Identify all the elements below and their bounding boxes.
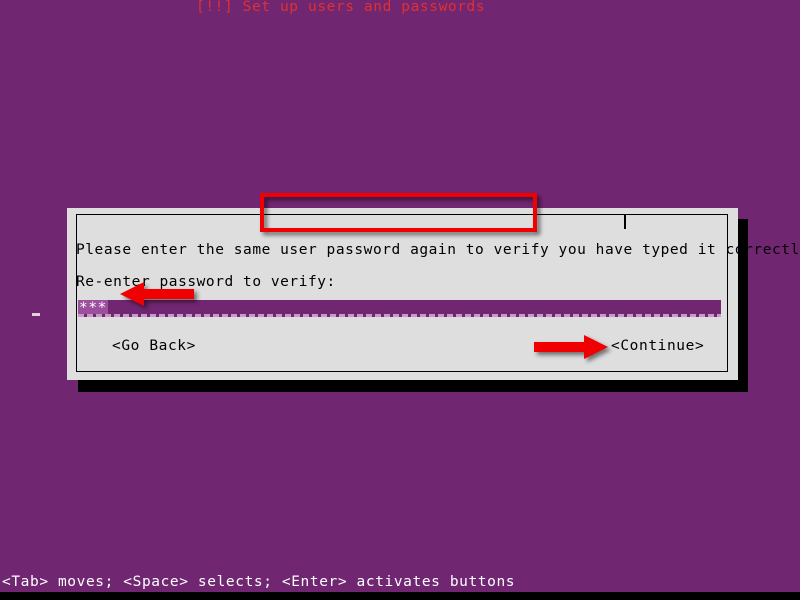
annotation-title-highlight-box bbox=[260, 193, 537, 232]
password-field-label: Re-enter password to verify: bbox=[76, 274, 336, 290]
text-cursor bbox=[32, 313, 40, 316]
status-bar-help-text: <Tab> moves; <Space> selects; <Enter> ac… bbox=[0, 572, 800, 592]
go-back-button[interactable]: <Go Back> bbox=[112, 337, 196, 355]
continue-button[interactable]: <Continue> bbox=[611, 337, 704, 355]
annotation-arrow-to-continue-button-icon bbox=[530, 334, 610, 364]
bottom-black-band bbox=[0, 592, 800, 600]
prompt-text: Please enter the same user password agai… bbox=[76, 242, 800, 258]
dialog-title: [!!] Set up users and passwords bbox=[196, 0, 486, 15]
annotation-arrow-to-password-field-icon bbox=[118, 281, 196, 311]
title-tick-right-icon bbox=[624, 215, 626, 229]
password-input-underline bbox=[78, 314, 721, 317]
installer-screen: [!!] Set up users and passwords Please e… bbox=[0, 0, 800, 600]
